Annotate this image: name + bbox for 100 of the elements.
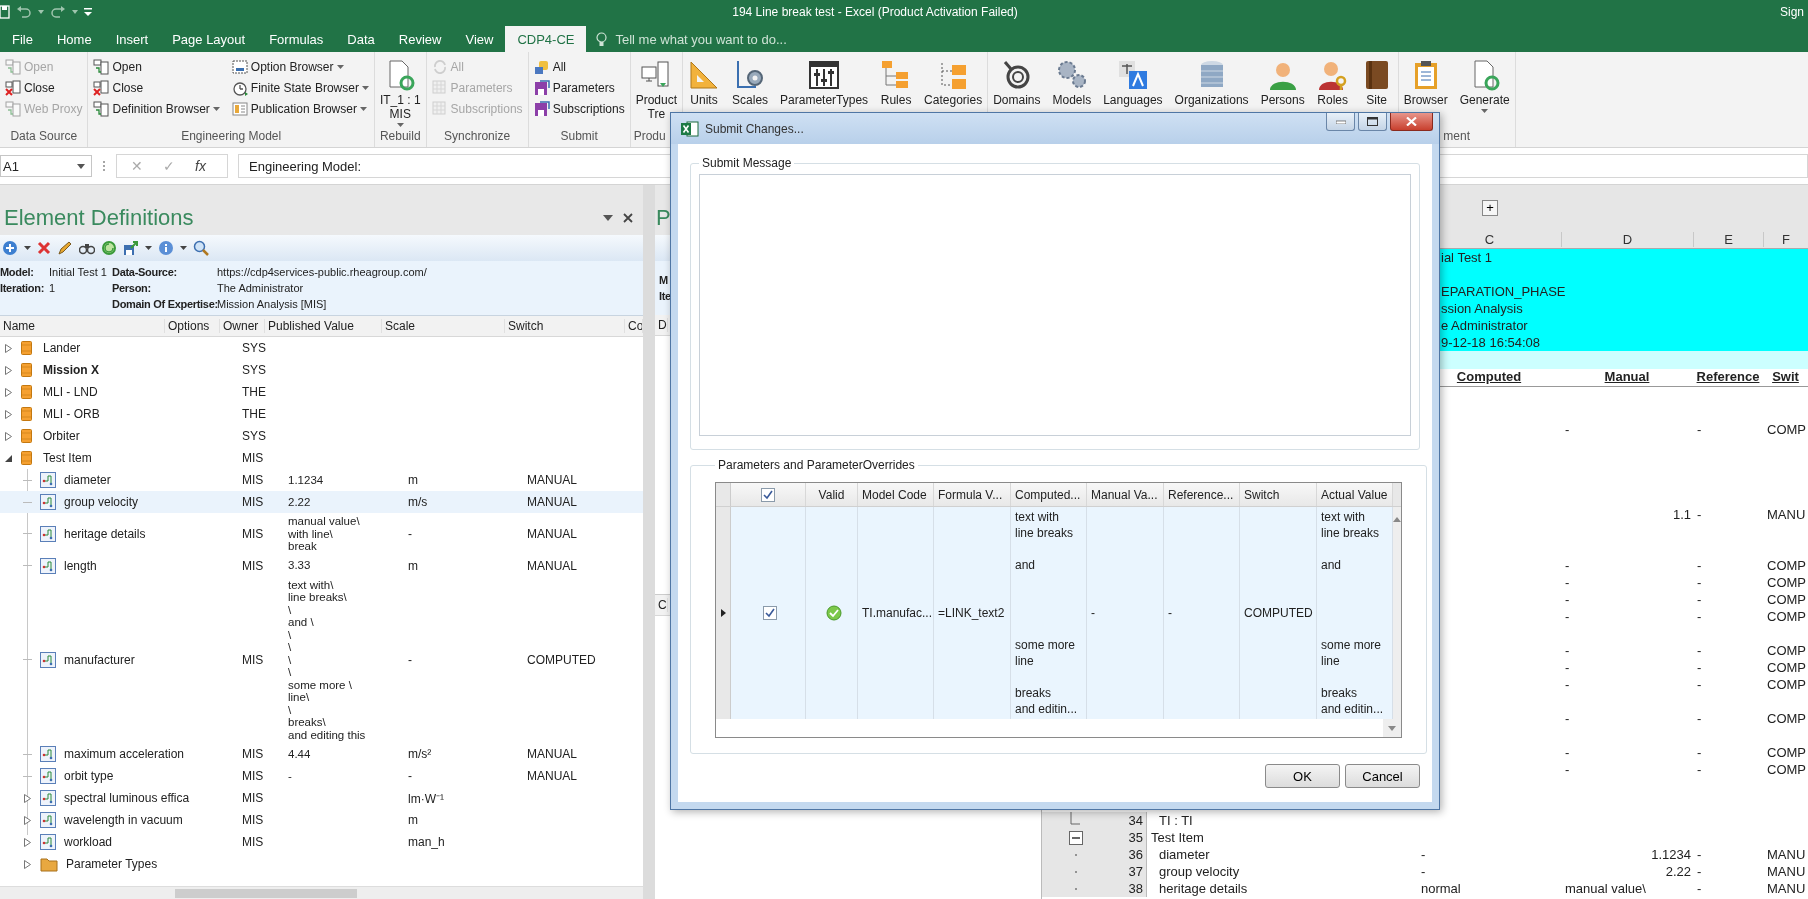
scale-cell: m/s [408,495,428,509]
sheet-cell: - [1565,609,1570,624]
group-label: Engineering Model [181,129,282,143]
dialog-title: Submit Changes... [705,121,805,136]
table-header: Reference [1696,369,1760,384]
table-header: Manual [1604,369,1650,384]
group-title: Parameters and ParameterOverrides [717,458,916,472]
sheet-cell: COMP [1767,745,1806,760]
sheet-cell: Test Item [1151,830,1204,845]
sheet-cell: COMP [1767,609,1806,624]
sheet-cell: - [1565,711,1570,726]
owner-cell: MIS [242,813,264,827]
grid-cell: - [1091,606,1095,620]
sheet-cell: - [1565,422,1570,437]
sheet-cell: - [1565,575,1570,590]
pane-title: Element Definitions [4,205,194,231]
info-label: Person: [112,282,152,294]
sheet-cell: - [1697,507,1702,522]
owner-cell-text: SYS [241,341,265,355]
grid-cell: text with line breaks and some more line breaks and editin... [1321,509,1384,717]
sheet-cell: - [1697,592,1702,607]
owner-cell: MIS [242,473,264,487]
sheet-cell: - [1697,711,1702,726]
owner-cell: MIS [242,835,264,849]
sheet-cell-text: ial Test 1 [1440,249,1494,266]
owner-cell-text: THE [241,407,265,421]
scale-cell: - [408,526,412,541]
info-value: https://cdp4services-public.rheagroup.com/ [217,266,428,278]
value-cell-text: manual value\ with line\ break [288,515,361,553]
switch-cell: MANUAL [527,747,577,761]
sheet-cell: normal [1421,881,1461,896]
group-label: Synchronize [444,129,511,143]
sheet-cell: - [1697,881,1702,896]
info-value: The Administrator [217,282,305,294]
sheet-cell: COMP [1767,762,1806,777]
value-cell-text: 4.44 [288,747,312,761]
sheet-cell: COMP [1767,558,1806,573]
sheet-cell: group velocity [1159,864,1240,879]
group-label: ment [1443,129,1471,143]
scale-cell: man_h [408,835,445,849]
sheet-cell: MANU [1767,864,1806,879]
grid-cell: COMPUTED [1244,606,1313,620]
value-cell-text: - [288,769,293,783]
scale-cell: m [408,558,418,573]
value-cell-text: 2.22 [288,495,312,509]
sheet-cell: COMP [1767,643,1806,658]
sheet-cell: - [1697,609,1702,624]
sheet-cell: - [1697,643,1702,658]
sheet-cell: 1.1234 [1651,847,1691,862]
owner-cell: MIS [242,747,264,761]
owner-cell-text: THE [241,385,265,399]
sheet-cell: COMP [1767,660,1806,675]
owner-cell: MIS [242,495,264,509]
table-header: Swit [1772,369,1799,384]
sheet-cell: - [1697,847,1702,862]
sheet-cell: 1.1 [1672,507,1691,522]
sheet-cell: 2.22 [1665,864,1691,879]
switch-cell: MANUAL [527,526,577,541]
grid-cell: =LINK_text2 [938,606,1005,620]
sheet-cell: - [1697,762,1702,777]
sheet-cell: COMP [1767,711,1806,726]
info-value: Mission Analysis [MIS] [217,298,328,310]
sheet-cell-text: EPARATION_PHASE [1440,283,1567,300]
switch-cell: MANUAL [527,769,577,783]
pane-title: P [656,205,671,231]
owner-cell: MIS [242,769,264,783]
info-label: Iteration: [0,282,46,294]
info-label: Ite [659,290,672,302]
sheet-cell: manual value\ [1565,881,1646,896]
sheet-cell: MANU [1767,881,1806,896]
group-label: Produ [633,129,666,143]
info-label: M [659,274,669,286]
sheet-cell: COMP [1767,575,1806,590]
sheet-cell: - [1565,745,1570,760]
group-label: Submit [560,129,598,143]
sheet-cell: - [1697,575,1702,590]
sheet-cell: - [1565,558,1570,573]
sheet-cell: - [1565,677,1570,692]
owner-cell-text: MIS [241,451,265,465]
sheet-cell: MANU [1767,847,1806,862]
sheet-cell: - [1565,762,1570,777]
sheet-cell: - [1565,660,1570,675]
sheet-cell: diameter [1159,847,1210,862]
info-label: Model: [0,266,35,278]
owner-cell: MIS [242,526,264,541]
scale-cell: m [408,473,418,487]
grid-cell: - [1168,606,1172,620]
sheet-cell: - [1421,864,1426,879]
sheet-cell: heritage details [1159,881,1248,896]
sheet-cell: TI : TI [1159,813,1193,828]
info-label: Data-Source: [112,266,178,278]
sheet-cell: - [1565,643,1570,658]
grid-cell: TI.manufac... [862,606,933,620]
sheet-cell: - [1697,422,1702,437]
scale-cell: lm·W⁻¹ [408,791,444,806]
sheet-cell: - [1697,864,1702,879]
table-header: Computed [1456,369,1522,384]
switch-cell: MANUAL [527,473,577,487]
scale-cell: - [408,652,412,667]
sheet-cell: COMP [1767,592,1806,607]
